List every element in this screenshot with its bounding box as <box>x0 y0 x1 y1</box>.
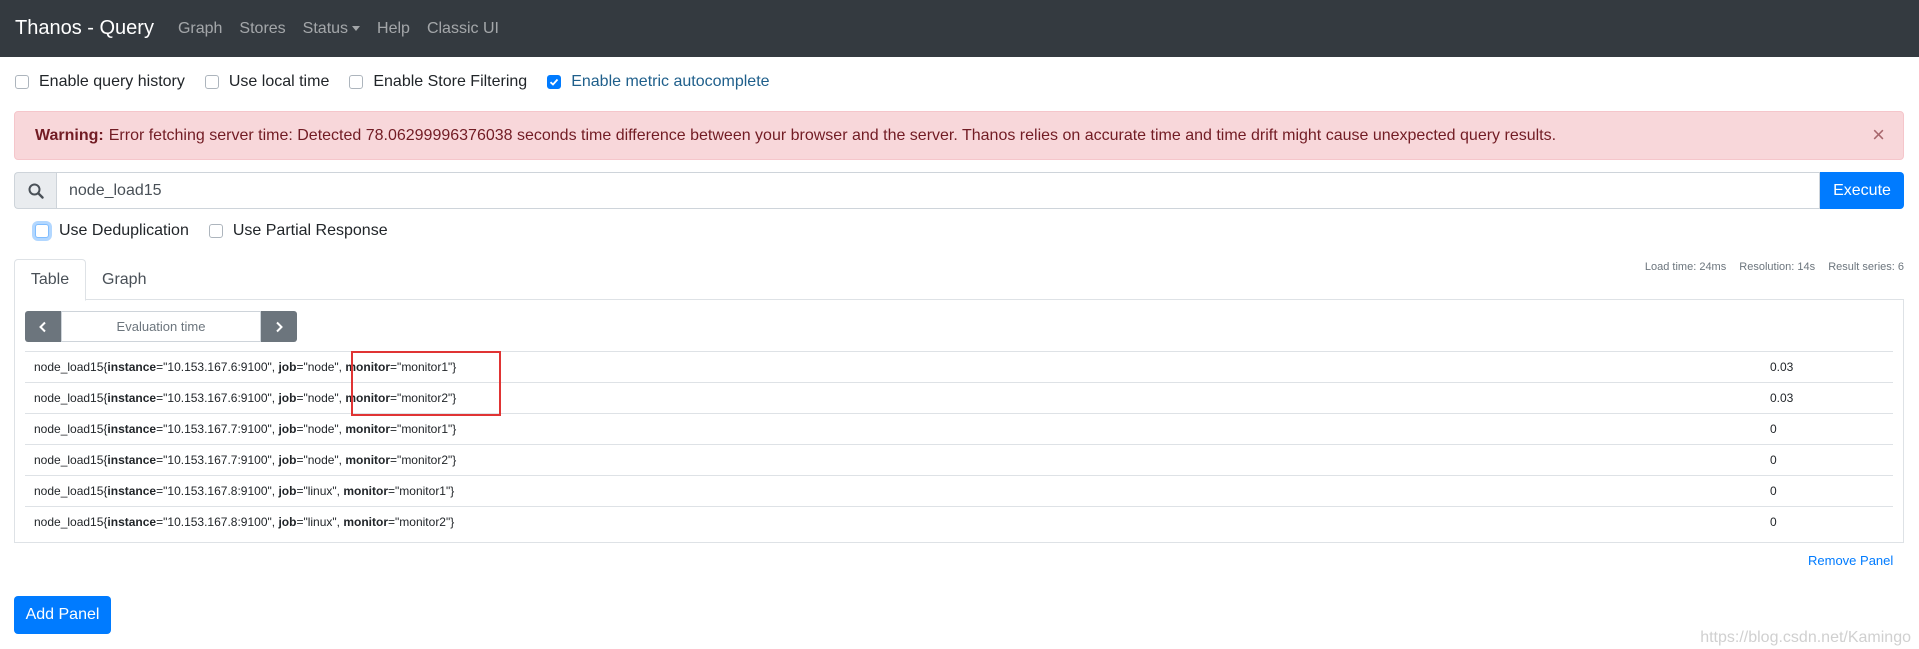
resolution: Resolution: 14s <box>1739 261 1816 273</box>
evaluation-time-group: Evaluation time <box>25 311 297 342</box>
option-metric-autocomplete[interactable]: Enable metric autocomplete <box>547 73 770 91</box>
series-value: 0 <box>1770 422 1777 436</box>
option-label: Enable metric autocomplete <box>571 73 770 90</box>
next-time-button[interactable] <box>261 311 297 342</box>
checkbox[interactable] <box>15 75 29 89</box>
option-partial-response[interactable]: Use Partial Response <box>208 222 388 240</box>
option-label: Use local time <box>228 73 330 90</box>
series-value: 0 <box>1770 515 1777 529</box>
checkbox[interactable] <box>204 75 219 89</box>
remove-panel-link[interactable]: Remove Panel <box>1808 553 1893 568</box>
checkbox-checked[interactable] <box>547 75 562 89</box>
tab-table[interactable]: Table <box>14 259 86 301</box>
alert-strong: Warning: <box>35 126 104 144</box>
close-icon[interactable]: × <box>1872 124 1885 146</box>
table-row: node_load15{instance="10.153.167.7:9100"… <box>25 444 1893 475</box>
checkbox[interactable] <box>208 224 223 238</box>
query-options: Use Deduplication Use Partial Response <box>35 222 408 240</box>
load-time: Load time: 24ms <box>1644 261 1727 273</box>
warning-alert: Warning: Error fetching server time: Det… <box>14 111 1904 160</box>
series-label: node_load15{instance="10.153.167.8:9100"… <box>34 515 455 529</box>
option-label: Use Partial Response <box>232 222 388 239</box>
expression-input[interactable]: node_load15 <box>56 172 1820 209</box>
search-icon <box>14 172 56 209</box>
navbar: Thanos - Query Graph Stores Status Help … <box>0 0 1919 57</box>
series-label: node_load15{instance="10.153.167.8:9100"… <box>34 484 455 498</box>
option-deduplication[interactable]: Use Deduplication <box>35 222 189 240</box>
series-label: node_load15{instance="10.153.167.7:9100"… <box>34 453 457 467</box>
nav-classic-ui[interactable]: Classic UI <box>427 20 499 38</box>
option-store-filtering[interactable]: Enable Store Filtering <box>349 73 527 91</box>
table-panel: Evaluation time node_load15{instance="10… <box>14 299 1904 543</box>
nav-status-label: Status <box>302 19 349 37</box>
prev-time-button[interactable] <box>25 311 61 342</box>
table-row: node_load15{instance="10.153.167.6:9100"… <box>25 382 1893 413</box>
checkbox[interactable] <box>349 75 364 89</box>
settings-options: Enable query history Use local time Enab… <box>15 73 790 91</box>
table-row: node_load15{instance="10.153.167.8:9100"… <box>25 475 1893 506</box>
brand-title[interactable]: Thanos - Query <box>15 17 154 40</box>
option-label: Enable query history <box>39 73 185 90</box>
series-value: 0 <box>1770 453 1777 467</box>
series-value: 0.03 <box>1770 360 1794 374</box>
checkbox[interactable] <box>35 224 49 238</box>
table-row: node_load15{instance="10.153.167.7:9100"… <box>25 413 1893 444</box>
alert-message: Error fetching server time: Detected 78.… <box>108 126 1557 144</box>
add-panel-button[interactable]: Add Panel <box>14 596 111 634</box>
series-value: 0.03 <box>1770 391 1794 405</box>
tab-graph[interactable]: Graph <box>102 259 146 300</box>
result-series: Result series: 6 <box>1828 261 1904 273</box>
results-table: node_load15{instance="10.153.167.6:9100"… <box>25 351 1893 537</box>
watermark: https://blog.csdn.net/Kamingo <box>1700 629 1911 646</box>
execute-button[interactable]: Execute <box>1820 172 1904 209</box>
nav-graph[interactable]: Graph <box>178 20 222 38</box>
option-local-time[interactable]: Use local time <box>204 73 330 91</box>
chevron-right-icon <box>276 321 283 332</box>
chevron-left-icon <box>39 321 46 332</box>
check-icon <box>550 78 559 86</box>
query-bar: node_load15 Execute <box>14 172 1904 209</box>
nav-stores[interactable]: Stores <box>239 20 285 38</box>
series-value: 0 <box>1770 484 1777 498</box>
query-stats: Load time: 24ms Resolution: 14s Result s… <box>1635 261 1904 273</box>
option-label: Enable Store Filtering <box>373 73 528 90</box>
annotation-highlight-box <box>351 351 501 416</box>
table-row: node_load15{instance="10.153.167.8:9100"… <box>25 506 1893 537</box>
caret-down-icon <box>352 26 361 31</box>
table-row: node_load15{instance="10.153.167.6:9100"… <box>25 351 1893 382</box>
option-label: Use Deduplication <box>59 222 189 239</box>
panel-tabs: Table Graph <box>14 259 1904 301</box>
option-query-history[interactable]: Enable query history <box>15 73 185 91</box>
nav-help[interactable]: Help <box>377 20 410 38</box>
series-label: node_load15{instance="10.153.167.7:9100"… <box>34 422 457 436</box>
evaluation-time-input[interactable]: Evaluation time <box>61 311 261 342</box>
nav-status-dropdown[interactable]: Status <box>302 19 361 38</box>
